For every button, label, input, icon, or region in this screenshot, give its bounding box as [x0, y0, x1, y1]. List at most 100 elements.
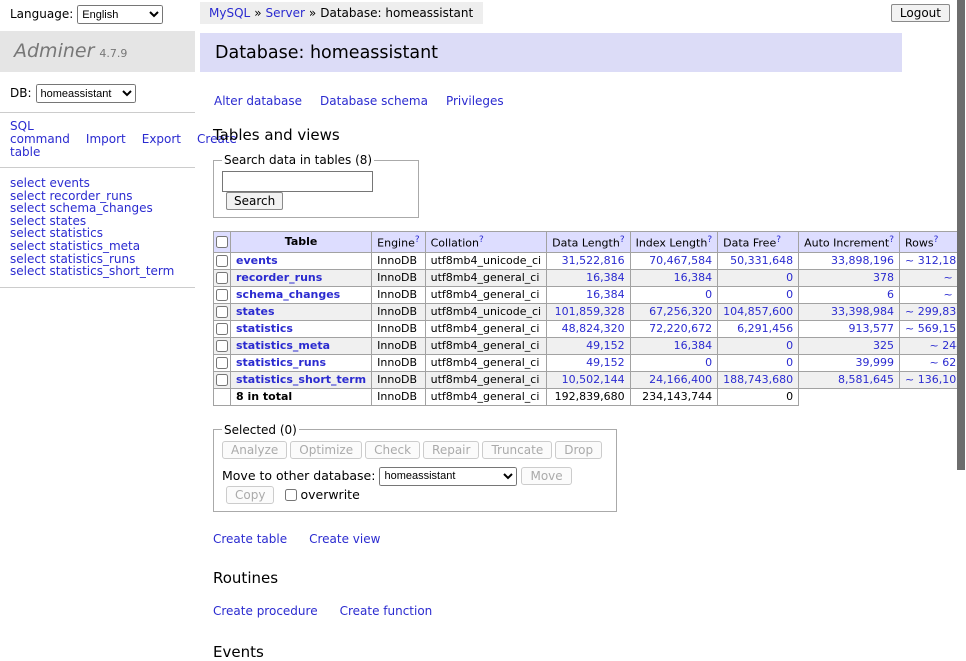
link-privileges[interactable]: Privileges [446, 94, 504, 108]
auto-increment-link[interactable]: 8,581,645 [838, 373, 894, 386]
rows-link[interactable]: ~ 136,108 [905, 373, 963, 386]
scrollbar-thumb[interactable] [957, 0, 965, 470]
breadcrumb-mysql-link[interactable]: MySQL [209, 6, 250, 20]
button-optimize[interactable]: Optimize [290, 441, 362, 459]
search-button[interactable]: Search [226, 192, 283, 210]
data-length-link[interactable]: 49,152 [586, 339, 625, 352]
move-button[interactable]: Move [521, 467, 571, 485]
index-length-link[interactable]: 0 [705, 288, 712, 301]
table-name-link[interactable]: statistics_meta [236, 339, 330, 352]
index-length-link[interactable]: 67,256,320 [649, 305, 712, 318]
help-link[interactable]: ? [479, 235, 484, 245]
select-all-checkbox[interactable] [216, 236, 228, 248]
button-truncate[interactable]: Truncate [482, 441, 552, 459]
data-free-link[interactable]: 104,857,600 [723, 305, 793, 318]
tables-section-title: Tables and views [213, 126, 902, 144]
data-length-link[interactable]: 101,859,328 [555, 305, 625, 318]
data-free-link[interactable]: 188,743,680 [723, 373, 793, 386]
table-name-link[interactable]: states [236, 305, 275, 318]
auto-increment-link[interactable]: 325 [873, 339, 894, 352]
data-free-link[interactable]: 50,331,648 [730, 254, 793, 267]
data-free-link[interactable]: 6,291,456 [737, 322, 793, 335]
auto-increment-cell: 39,999 [799, 354, 900, 371]
link-create-table[interactable]: Create table [213, 532, 287, 546]
table-name-link[interactable]: schema_changes [236, 288, 340, 301]
help-link[interactable]: ? [934, 235, 939, 245]
sidebar-table-link-statistics-short-term[interactable]: statistics_short_term [49, 264, 174, 278]
page-title: Database: homeassistant [200, 33, 902, 72]
row-checkbox[interactable] [216, 374, 228, 386]
rows-link[interactable]: ~ 299,833 [905, 305, 963, 318]
row-checkbox[interactable] [216, 340, 228, 352]
data-length-link[interactable]: 10,502,144 [562, 373, 625, 386]
link-alter-database[interactable]: Alter database [214, 94, 302, 108]
help-sup: ? [776, 234, 781, 245]
breadcrumb-server-link[interactable]: Server [266, 6, 305, 20]
sidebar-link-sql-command[interactable]: SQL command [10, 119, 70, 146]
scrollbar[interactable] [957, 0, 966, 543]
auto-increment-link[interactable]: 33,898,196 [831, 254, 894, 267]
auto-increment-link[interactable]: 39,999 [856, 356, 895, 369]
data-free-cell: 0 [718, 286, 799, 303]
rows-link[interactable]: ~ 312,180 [905, 254, 963, 267]
link-database-schema[interactable]: Database schema [320, 94, 428, 108]
data-length-link[interactable]: 48,824,320 [562, 322, 625, 335]
sidebar-link-import[interactable]: Import [86, 132, 126, 146]
table-name-link[interactable]: events [236, 254, 278, 267]
data-free-link[interactable]: 0 [786, 356, 793, 369]
auto-increment-link[interactable]: 33,398,984 [831, 305, 894, 318]
index-length-link[interactable]: 0 [705, 356, 712, 369]
table-name-link[interactable]: statistics_runs [236, 356, 326, 369]
row-checkbox[interactable] [216, 289, 228, 301]
sidebar-link-export[interactable]: Export [142, 132, 181, 146]
button-drop[interactable]: Drop [555, 441, 602, 459]
link-create-procedure[interactable]: Create procedure [213, 604, 318, 618]
index-length-link[interactable]: 16,384 [674, 271, 713, 284]
breadcrumb: MySQL»Server»Database: homeassistant [200, 2, 483, 24]
row-checkbox[interactable] [216, 306, 228, 318]
copy-button[interactable]: Copy [226, 486, 274, 504]
table-name-link[interactable]: statistics [236, 322, 293, 335]
data-length-link[interactable]: 16,384 [586, 288, 625, 301]
help-link[interactable]: ? [707, 235, 712, 245]
data-free-link[interactable]: 0 [786, 288, 793, 301]
help-link[interactable]: ? [415, 235, 420, 245]
table-name-cell: schema_changes [231, 286, 372, 303]
button-analyze[interactable]: Analyze [222, 441, 287, 459]
move-db-select[interactable]: homeassistant [379, 467, 517, 486]
column-header-label: Index Length [636, 237, 708, 250]
button-check[interactable]: Check [365, 441, 420, 459]
data-length-link[interactable]: 31,522,816 [562, 254, 625, 267]
rows-link[interactable]: ~ 569,159 [905, 322, 963, 335]
help-link[interactable]: ? [776, 235, 781, 245]
row-checkbox[interactable] [216, 357, 228, 369]
row-checkbox[interactable] [216, 255, 228, 267]
link-create-view[interactable]: Create view [309, 532, 380, 546]
table-name-link[interactable]: statistics_short_term [236, 373, 366, 386]
selected-fieldset: Selected (0) AnalyzeOptimizeCheckRepairT… [213, 423, 617, 512]
index-length-link[interactable]: 70,467,584 [649, 254, 712, 267]
engine-cell: InnoDB [372, 320, 425, 337]
auto-increment-link[interactable]: 913,577 [849, 322, 895, 335]
data-length-link[interactable]: 49,152 [586, 356, 625, 369]
sidebar-select-link[interactable]: select [10, 264, 46, 278]
index-length-link[interactable]: 72,220,672 [649, 322, 712, 335]
index-length-link[interactable]: 16,384 [674, 339, 713, 352]
db-select[interactable]: homeassistant [36, 84, 136, 103]
data-free-link[interactable]: 0 [786, 339, 793, 352]
overwrite-checkbox[interactable] [285, 489, 297, 501]
auto-increment-link[interactable]: 6 [887, 288, 894, 301]
search-input[interactable] [222, 171, 373, 192]
help-link[interactable]: ? [620, 235, 625, 245]
row-checkbox[interactable] [216, 323, 228, 335]
help-link[interactable]: ? [889, 235, 894, 245]
row-checkbox[interactable] [216, 272, 228, 284]
table-name-link[interactable]: recorder_runs [236, 271, 322, 284]
button-repair[interactable]: Repair [423, 441, 479, 459]
auto-increment-link[interactable]: 378 [873, 271, 894, 284]
link-create-function[interactable]: Create function [340, 604, 433, 618]
data-free-link[interactable]: 0 [786, 271, 793, 284]
language-select[interactable]: English [77, 5, 163, 24]
index-length-link[interactable]: 24,166,400 [649, 373, 712, 386]
data-length-link[interactable]: 16,384 [586, 271, 625, 284]
